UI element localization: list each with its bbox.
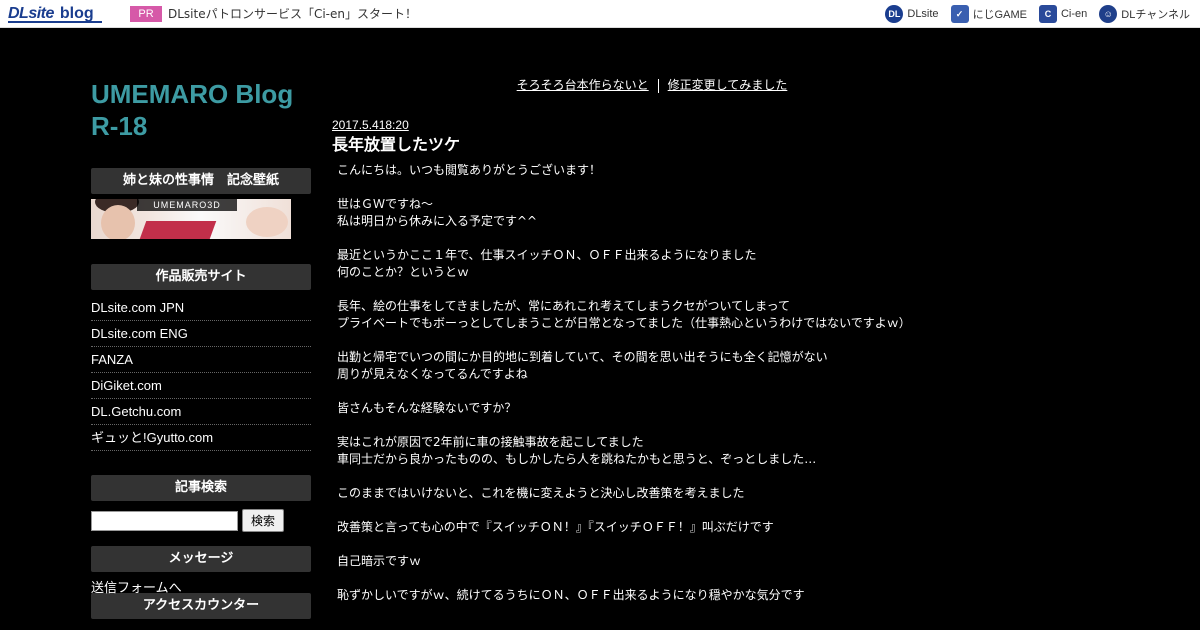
nav-separator <box>657 78 659 93</box>
service-link-label: DLsite <box>907 8 939 20</box>
post-body-line: こんにちは。いつも閲覧ありがとうございます！ <box>337 163 602 177</box>
post-body-line: 実はこれが原因で2年前に車の接触事故を起こしてました <box>337 435 644 449</box>
post-body-blank-line <box>337 468 972 485</box>
logo-underline <box>8 21 102 23</box>
search-button[interactable]: 検索 <box>242 509 284 532</box>
service-link-label: DLチャンネル <box>1121 9 1190 21</box>
post-body-line: このままではいけないと、これを機に変えようと決心し改善策を考えました <box>337 486 745 500</box>
pr-badge: PR <box>130 6 162 22</box>
post-body-line: 長年、絵の仕事をしてきましたが、常にあれこれ考えてしまうクセがついてしまって <box>337 299 791 313</box>
blog-title-line1: UMEMARO Blog <box>91 79 294 109</box>
post-body-line: 改善策と言っても心の中で『スイッチＯＮ！』『スイッチＯＦＦ！』叫ぶだけです <box>337 520 774 534</box>
post-body-blank-line <box>337 536 972 553</box>
service-link-dlsite[interactable]: DL DLsite <box>885 5 939 23</box>
search-input[interactable] <box>91 510 238 531</box>
message-heading: メッセージ <box>91 546 311 572</box>
post-body-blank-line <box>337 281 972 298</box>
wallpaper-banner[interactable]: UMEMARO3D <box>91 199 291 239</box>
prev-post-link[interactable]: そろそろ台本作らないと <box>517 78 649 92</box>
post-body-blank-line <box>337 570 972 587</box>
pr-announcement-link[interactable]: DLsiteパトロンサービス「Ci-en」スタート！ <box>168 6 417 22</box>
service-link-dlchannel[interactable]: ☺ DLチャンネル <box>1099 5 1190 23</box>
sales-site-link[interactable]: DLsite.com JPN <box>91 295 311 321</box>
post-navigation: そろそろ台本作らないと 修正変更してみました <box>332 76 972 94</box>
post-body-line: 周りが見えなくなってるんですよね <box>337 367 528 381</box>
banner-logo-text: UMEMARO3D <box>137 199 237 211</box>
post-body-blank-line <box>337 383 972 400</box>
article-search-heading: 記事検索 <box>91 475 311 501</box>
post-body-blank-line <box>337 502 972 519</box>
post-title: 長年放置したツケ <box>332 135 461 154</box>
search-form: 検索 <box>91 509 311 532</box>
post-body-blank-line <box>337 417 972 434</box>
service-link-nijigame[interactable]: ✓ にじGAME <box>950 5 1027 23</box>
post-body-line: 私は明日から休みに入る予定です^^ <box>337 214 538 228</box>
post-body-blank-line <box>337 332 972 349</box>
post-body-line: 車同士だから良かったものの、もしかしたら人を跳ねたかもと思うと、ぞっとしました… <box>337 452 817 466</box>
post-body-line: 皆さんもそんな経験ないですか？ <box>337 401 517 415</box>
post-body-blank-line <box>337 179 972 196</box>
post-body-line: 最近というかここ１年で、仕事スイッチＯＮ、ＯＦＦ出来るようになりました <box>337 248 757 262</box>
post-body-line: プライベートでもボーっとしてしまうことが日常となってました（仕事熱心というわけで… <box>337 316 911 330</box>
service-links: DL DLsite ✓ にじGAME C Ci-en ☺ DLチャンネル <box>873 4 1190 24</box>
sales-sites-heading: 作品販売サイト <box>91 264 311 290</box>
blog-title[interactable]: UMEMARO Blog R-18 <box>91 78 311 142</box>
banner-figure <box>246 207 288 237</box>
sales-sites-list: DLsite.com JPN DLsite.com ENG FANZA DiGi… <box>91 295 311 451</box>
post-date[interactable]: 2017.5.418:20 <box>332 118 972 132</box>
banner-face <box>101 205 135 239</box>
banner-ribbon <box>139 221 217 239</box>
main-content: そろそろ台本作らないと 修正変更してみました 2017.5.418:20 長年放置… <box>332 76 972 604</box>
top-bar: DLsite blog PR DLsiteパトロンサービス「Ci-en」スタート… <box>0 0 1200 28</box>
cien-icon: C <box>1038 5 1057 23</box>
nijigame-icon: ✓ <box>950 5 969 23</box>
post-body: こんにちは。いつも閲覧ありがとうございます！ 世はＧＷですね～ 私は明日から休みに入… <box>332 162 972 604</box>
wallpaper-heading: 姉と妹の性事情 記念壁紙 <box>91 168 311 194</box>
sales-site-link[interactable]: DLsite.com ENG <box>91 321 311 347</box>
post-body-line: 恥ずかしいですがｗ、続けてるうちにＯＮ、ＯＦＦ出来るようになり穏やかな気分です <box>337 588 805 602</box>
post-body-line: 自己暗示ですｗ <box>337 554 422 568</box>
dlsite-icon: DL <box>885 5 904 23</box>
post-body-line: 世はＧＷですね～ <box>337 197 434 211</box>
sales-site-link[interactable]: DiGiket.com <box>91 373 311 399</box>
dlchannel-icon: ☺ <box>1099 5 1118 23</box>
sales-site-link[interactable]: DL.Getchu.com <box>91 399 311 425</box>
post-body-line: 何のことか？というとｗ <box>337 265 470 279</box>
sales-site-link[interactable]: ギュッと!Gyutto.com <box>91 425 311 451</box>
service-link-label: Ci-en <box>1060 8 1088 20</box>
post-body-blank-line <box>337 230 972 247</box>
sidebar: UMEMARO Blog R-18 姉と妹の性事情 記念壁紙 UMEMARO3D… <box>91 78 311 619</box>
service-link-cien[interactable]: C Ci-en <box>1038 5 1088 23</box>
sales-site-link[interactable]: FANZA <box>91 347 311 373</box>
blog-title-line2: R-18 <box>91 111 148 141</box>
post-body-line: 出勤と帰宅でいつの間にか目的地に到着していて、その間を思い出そうにも全く記憶がな… <box>337 350 828 364</box>
service-link-label: にじGAME <box>972 9 1027 21</box>
next-post-link[interactable]: 修正変更してみました <box>668 78 788 92</box>
